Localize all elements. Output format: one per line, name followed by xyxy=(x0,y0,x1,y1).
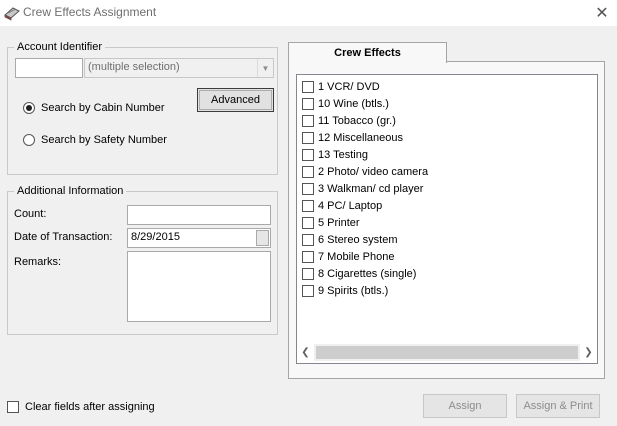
item-label: 7 Mobile Phone xyxy=(318,250,395,263)
item-label: 3 Walkman/ cd player xyxy=(318,182,424,195)
item-checkbox[interactable] xyxy=(302,216,314,229)
item-checkbox[interactable] xyxy=(302,284,314,297)
list-item[interactable]: 10 Wine (btls.) xyxy=(302,95,389,112)
tab-crew-effects[interactable]: Crew Effects xyxy=(288,42,447,63)
account-identifier-legend: Account Identifier xyxy=(17,41,102,53)
item-checkbox[interactable] xyxy=(302,233,314,246)
item-checkbox[interactable] xyxy=(302,148,314,161)
item-label: 8 Cigarettes (single) xyxy=(318,267,417,280)
item-label: 11 Tobacco (gr.) xyxy=(318,114,396,127)
scroll-thumb[interactable] xyxy=(316,346,578,359)
item-label: 10 Wine (btls.) xyxy=(318,97,389,110)
item-checkbox[interactable] xyxy=(302,267,314,280)
item-checkbox[interactable] xyxy=(302,97,314,110)
item-label: 4 PC/ Laptop xyxy=(318,199,383,212)
horizontal-scrollbar[interactable]: ❮ ❯ xyxy=(297,344,597,361)
item-checkbox[interactable] xyxy=(302,131,314,144)
scroll-right-icon[interactable]: ❯ xyxy=(580,344,597,361)
remarks-textarea[interactable] xyxy=(127,251,271,322)
list-item[interactable]: 8 Cigarettes (single) xyxy=(302,265,416,282)
app-icon xyxy=(4,5,20,21)
radio-cabin-button[interactable] xyxy=(23,102,35,114)
count-label: Count: xyxy=(14,208,47,220)
radio-safety-label: Search by Safety Number xyxy=(41,134,167,146)
list-item[interactable]: 2 Photo/ video camera xyxy=(302,163,428,180)
advanced-button[interactable]: Advanced xyxy=(197,88,274,112)
advanced-label: Advanced xyxy=(211,94,260,106)
list-item[interactable]: 7 Mobile Phone xyxy=(302,248,394,265)
list-item[interactable]: 9 Spirits (btls.) xyxy=(302,282,388,299)
clear-fields-label: Clear fields after assigning xyxy=(25,401,155,413)
item-checkbox[interactable] xyxy=(302,165,314,178)
selection-placeholder: (multiple selection) xyxy=(88,61,180,73)
remarks-label: Remarks: xyxy=(14,256,62,268)
clear-fields-option[interactable]: Clear fields after assigning xyxy=(7,401,155,413)
date-label: Date of Transaction: xyxy=(14,231,113,243)
item-checkbox[interactable] xyxy=(302,114,314,127)
assign-print-button[interactable]: Assign & Print xyxy=(516,394,600,418)
item-label: 13 Testing xyxy=(318,148,368,161)
additional-info-legend: Additional Information xyxy=(17,185,124,197)
assign-button[interactable]: Assign xyxy=(423,394,507,418)
date-picker-button[interactable] xyxy=(256,230,269,246)
list-item[interactable]: 6 Stereo system xyxy=(302,231,397,248)
radio-selected-dot xyxy=(26,105,32,111)
list-item[interactable]: 3 Walkman/ cd player xyxy=(302,180,423,197)
item-checkbox[interactable] xyxy=(302,250,314,263)
item-label: 5 Printer xyxy=(318,216,360,229)
clear-fields-checkbox[interactable] xyxy=(7,401,19,413)
date-value: 8/29/2015 xyxy=(131,231,180,243)
radio-safety-button[interactable] xyxy=(23,134,35,146)
list-item[interactable]: 13 Testing xyxy=(302,146,368,163)
item-label: 12 Miscellaneous xyxy=(318,131,403,144)
item-checkbox[interactable] xyxy=(302,80,314,93)
assign-label: Assign xyxy=(448,400,482,412)
item-checkbox[interactable] xyxy=(302,182,314,195)
scroll-left-icon[interactable]: ❮ xyxy=(297,344,314,361)
crew-effects-list[interactable]: 1 VCR/ DVD 10 Wine (btls.) 11 Tobacco (g… xyxy=(296,74,598,364)
count-input[interactable] xyxy=(127,205,271,225)
item-label: 6 Stereo system xyxy=(318,233,398,246)
radio-cabin-label: Search by Cabin Number xyxy=(41,102,165,114)
list-item[interactable]: 12 Miscellaneous xyxy=(302,129,403,146)
date-input[interactable]: 8/29/2015 xyxy=(127,228,271,248)
account-input[interactable] xyxy=(15,58,83,78)
radio-safety[interactable]: Search by Safety Number xyxy=(23,134,167,146)
radio-cabin[interactable]: Search by Cabin Number xyxy=(23,102,165,114)
item-label: 9 Spirits (btls.) xyxy=(318,284,389,297)
item-label: 1 VCR/ DVD xyxy=(318,80,380,93)
list-item[interactable]: 11 Tobacco (gr.) xyxy=(302,112,396,129)
chevron-down-icon[interactable]: ▼ xyxy=(257,59,273,77)
assign-print-label: Assign & Print xyxy=(523,400,593,412)
list-item[interactable]: 1 VCR/ DVD xyxy=(302,78,380,95)
item-label: 2 Photo/ video camera xyxy=(318,165,429,178)
selection-combo[interactable]: (multiple selection) ▼ xyxy=(84,58,274,78)
close-icon: ✕ xyxy=(595,5,609,22)
tab-crew-effects-label: Crew Effects xyxy=(334,47,401,59)
window-title: Crew Effects Assignment xyxy=(23,5,157,19)
list-item[interactable]: 4 PC/ Laptop xyxy=(302,197,382,214)
item-checkbox[interactable] xyxy=(302,199,314,212)
list-item[interactable]: 5 Printer xyxy=(302,214,360,231)
close-button[interactable]: ✕ xyxy=(590,2,614,24)
